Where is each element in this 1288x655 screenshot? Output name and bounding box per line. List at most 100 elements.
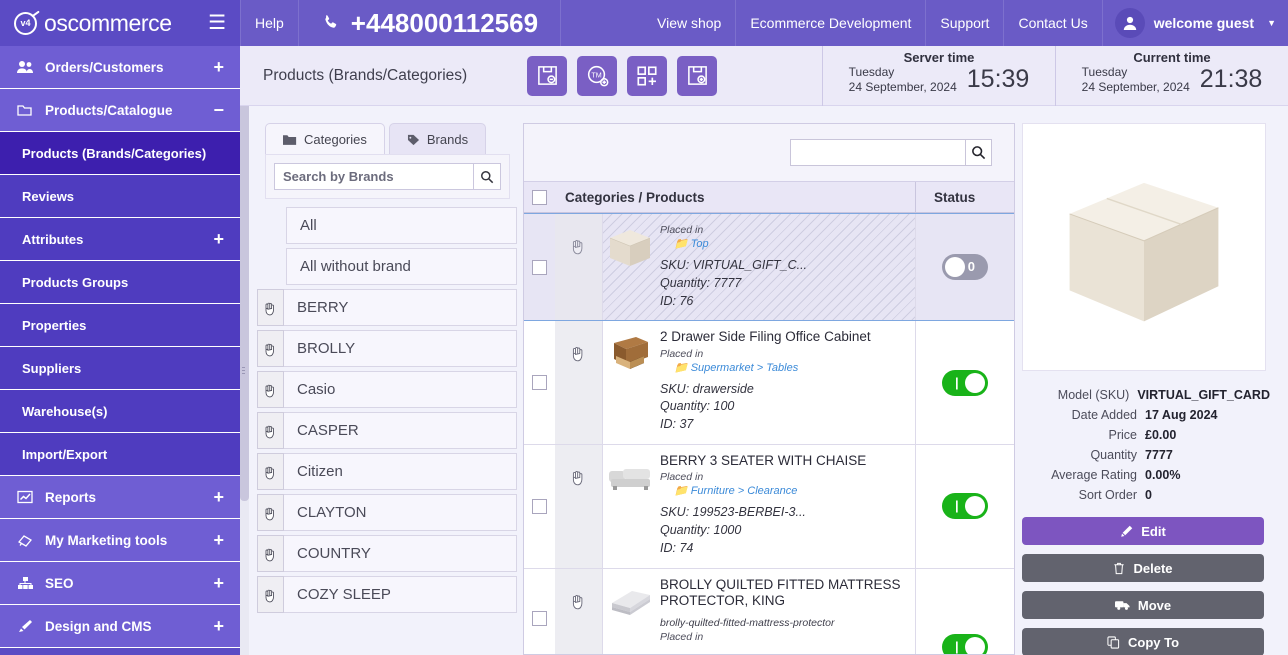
breadcrumb[interactable]: 📁 Top bbox=[674, 237, 909, 250]
table-row[interactable]: 2 Drawer Side Filing Office Cabinet Plac… bbox=[524, 321, 1014, 445]
expander-icon[interactable]: + bbox=[213, 230, 224, 248]
drag-hand-icon[interactable] bbox=[555, 214, 603, 321]
sidebar-item-my-marketing-tools[interactable]: My Marketing tools + bbox=[0, 519, 240, 562]
logo[interactable]: v4 oscommerce bbox=[14, 10, 172, 37]
sidebar-item-label: Warehouse(s) bbox=[22, 403, 108, 419]
drag-hand-icon[interactable] bbox=[555, 444, 603, 568]
sidebar-item-properties[interactable]: Properties bbox=[0, 304, 240, 347]
sidebar-item-reports[interactable]: Reports + bbox=[0, 476, 240, 519]
expander-icon[interactable]: + bbox=[213, 488, 224, 506]
table-row[interactable]: BERRY 3 SEATER WITH CHAISE Placed in 📁 Fu… bbox=[524, 444, 1014, 569]
search-icon[interactable] bbox=[473, 163, 501, 190]
row-checkbox[interactable] bbox=[524, 445, 555, 568]
sidebar-item-seo[interactable]: SEO + bbox=[0, 562, 240, 605]
expander-icon[interactable]: + bbox=[213, 617, 224, 635]
copy-icon bbox=[1107, 635, 1120, 649]
view-shop-link[interactable]: View shop bbox=[643, 0, 737, 46]
expander-icon[interactable]: + bbox=[213, 531, 224, 549]
avatar bbox=[1114, 8, 1145, 38]
sidebar-scrollbar-thumb[interactable] bbox=[240, 46, 249, 501]
brand-item-casper[interactable]: CASPER bbox=[257, 412, 517, 449]
table-row[interactable]: BROLLY QUILTED FITTED MATTRESS PROTECTOR… bbox=[524, 568, 1014, 654]
drag-hand-icon[interactable] bbox=[555, 568, 603, 654]
sidebar-resize-grip[interactable] bbox=[242, 365, 247, 377]
user-menu[interactable]: welcome guest ▼ bbox=[1103, 0, 1288, 46]
drag-hand-icon[interactable] bbox=[257, 330, 284, 367]
brand-item-casio[interactable]: Casio bbox=[257, 371, 517, 408]
copy-to-button[interactable]: Copy To bbox=[1022, 628, 1264, 655]
folder-icon bbox=[283, 134, 297, 146]
breadcrumb[interactable]: 📁 Supermarket > Tables bbox=[674, 361, 909, 374]
remove-product-icon[interactable] bbox=[527, 55, 568, 96]
sidebar-item-label: Suppliers bbox=[22, 360, 82, 376]
add-category-icon[interactable] bbox=[627, 55, 668, 96]
status-toggle[interactable]: 0 bbox=[942, 254, 988, 281]
product-detail-panel: Model (SKU) VIRTUAL_GIFT_CARD Date Added… bbox=[1022, 123, 1270, 655]
drag-hand-icon[interactable] bbox=[257, 535, 284, 572]
product-name: BROLLY QUILTED FITTED MATTRESS PROTECTOR… bbox=[660, 576, 901, 609]
drag-hand-icon[interactable] bbox=[257, 289, 284, 326]
sidebar-item-warehouses[interactable]: Warehouse(s) bbox=[0, 390, 240, 433]
sidebar-scrollbar[interactable] bbox=[240, 46, 249, 655]
sidebar: v4 oscommerce ☰ Orders/Customers + Produ… bbox=[0, 0, 240, 655]
brand-item-clayton[interactable]: CLAYTON bbox=[257, 494, 517, 531]
delete-button[interactable]: Delete bbox=[1022, 554, 1264, 582]
sitemap-icon bbox=[16, 576, 34, 590]
expander-icon[interactable]: + bbox=[213, 574, 224, 592]
brand-item-brolly[interactable]: BROLLY bbox=[257, 330, 517, 367]
search-input[interactable] bbox=[274, 163, 473, 190]
drag-hand-icon[interactable] bbox=[555, 321, 603, 444]
brand-item-citizen[interactable]: Citizen bbox=[257, 453, 517, 490]
sidebar-item-products-groups[interactable]: Products Groups bbox=[0, 261, 240, 304]
table-row[interactable]: Placed in 📁 Top SKU: VIRTUAL_GIFT_C... Qu… bbox=[524, 213, 1014, 322]
hamburger-icon[interactable]: ☰ bbox=[208, 13, 226, 33]
drag-hand-icon[interactable] bbox=[257, 494, 284, 531]
status-toggle[interactable]: | bbox=[942, 634, 988, 654]
select-all-checkbox[interactable] bbox=[524, 189, 555, 205]
add-brand-icon[interactable]: TM bbox=[577, 55, 618, 96]
expander-icon[interactable]: − bbox=[213, 101, 224, 119]
brand-item-all[interactable]: All bbox=[257, 207, 517, 244]
status-toggle[interactable]: | bbox=[942, 369, 988, 396]
support-link[interactable]: Support bbox=[926, 0, 1005, 46]
contact-us-link[interactable]: Contact Us bbox=[1004, 0, 1103, 46]
drag-hand-icon[interactable] bbox=[257, 453, 284, 490]
sidebar-item-products-catalogue[interactable]: Products/Catalogue − bbox=[0, 89, 240, 132]
ecommerce-development-link[interactable]: Ecommerce Development bbox=[736, 0, 927, 46]
drag-hand-icon[interactable] bbox=[257, 371, 284, 408]
brand-item-berry[interactable]: BERRY bbox=[257, 289, 517, 326]
products-search-input[interactable] bbox=[790, 139, 965, 166]
breadcrumb[interactable]: 📁 Furniture > Clearance bbox=[674, 484, 909, 497]
sidebar-item-suppliers[interactable]: Suppliers bbox=[0, 347, 240, 390]
sidebar-item-products-brands-categories[interactable]: Products (Brands/Categories) bbox=[0, 132, 240, 175]
row-checkbox[interactable] bbox=[524, 569, 555, 654]
sidebar-item-reviews[interactable]: Reviews bbox=[0, 175, 240, 218]
sidebar-item-label: Reviews bbox=[22, 188, 75, 204]
search-icon[interactable] bbox=[965, 139, 992, 166]
button-label: Copy To bbox=[1127, 634, 1180, 650]
sidebar-item-design-and-cms[interactable]: Design and CMS + bbox=[0, 605, 240, 648]
move-button[interactable]: Move bbox=[1022, 591, 1264, 619]
product-sku: SKU: 199523-BERBEI-3... bbox=[660, 505, 806, 520]
sidebar-item-import-export[interactable]: Import/Export bbox=[0, 433, 240, 476]
status-toggle[interactable]: | bbox=[942, 493, 988, 520]
phone-number[interactable]: +448000112569 bbox=[299, 0, 562, 46]
tab-categories[interactable]: Categories bbox=[265, 123, 385, 154]
row-checkbox[interactable] bbox=[524, 214, 555, 320]
brand-item-cozy-sleep[interactable]: COZY SLEEP bbox=[257, 576, 517, 613]
drag-hand-icon[interactable] bbox=[257, 576, 284, 613]
edit-button[interactable]: Edit bbox=[1022, 517, 1264, 545]
sidebar-item-orders-customers[interactable]: Orders/Customers + bbox=[0, 46, 240, 89]
help-link[interactable]: Help bbox=[240, 0, 299, 46]
server-time-day: Tuesday bbox=[848, 64, 895, 79]
sidebar-item-label: Import/Export bbox=[22, 446, 108, 462]
brand-item-country[interactable]: COUNTRY bbox=[257, 535, 517, 572]
add-product-icon[interactable] bbox=[677, 55, 718, 96]
brand-item-all-without-brand[interactable]: All without brand bbox=[257, 248, 517, 285]
caret-down-icon[interactable]: ▼ bbox=[1267, 18, 1276, 28]
tab-brands[interactable]: Brands bbox=[388, 123, 487, 154]
expander-icon[interactable]: + bbox=[213, 58, 224, 76]
row-checkbox[interactable] bbox=[524, 321, 555, 444]
drag-hand-icon[interactable] bbox=[257, 412, 284, 449]
sidebar-item-attributes[interactable]: Attributes + bbox=[0, 218, 240, 261]
